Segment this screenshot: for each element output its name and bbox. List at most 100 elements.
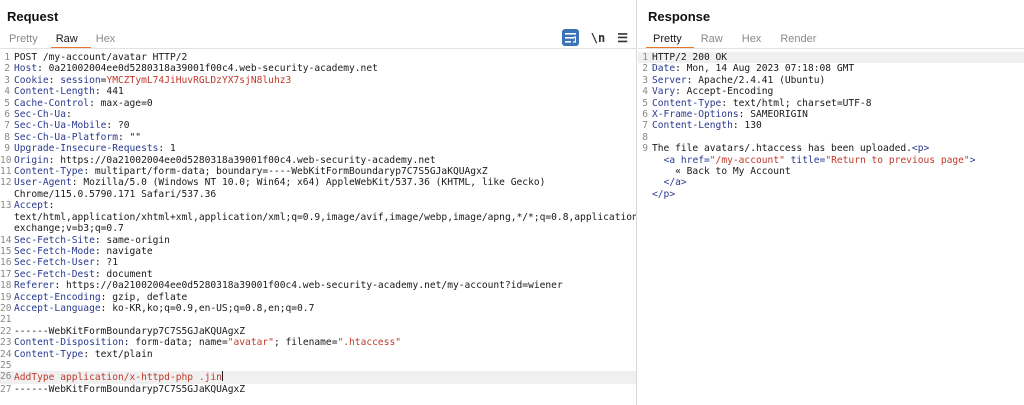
tab-raw[interactable]: Raw	[50, 30, 91, 49]
code-token: Upgrade-Insecure-Requests	[14, 143, 159, 155]
code-token: : gzip, deflate	[100, 291, 188, 303]
code-token: Date	[652, 63, 676, 75]
tab-pretty[interactable]: Pretty	[646, 30, 694, 49]
line-text: Server: Apache/2.4.41 (Ubuntu)	[652, 75, 1024, 86]
code-line: 12 User-Agent: Mozilla/5.0 (Windows NT 10…	[0, 177, 636, 200]
line-number: 18	[0, 280, 12, 292]
code-line: 5 Content-Type: text/html; charset=UTF-8	[638, 98, 1024, 109]
code-line: 1 HTTP/2 200 OK	[638, 52, 1024, 64]
code-token: The file avatars/.htaccess has been uplo…	[652, 143, 912, 155]
line-number	[638, 155, 652, 166]
line-text: Content-Type: text/html; charset=UTF-8	[652, 98, 1024, 109]
line-text	[14, 314, 636, 325]
code-line: 5 Cache-Control: max-age=0	[0, 98, 636, 109]
code-token: : multipart/form-data; boundary=----WebK…	[83, 166, 488, 178]
code-token: Server	[652, 74, 687, 86]
code-line: 9 The file avatars/.htaccess has been upl…	[638, 143, 1024, 154]
code-line: <a href="/my-account" title="Return to p…	[638, 155, 1024, 166]
code-token: Referer	[14, 280, 55, 292]
newline-icon[interactable]: \n	[591, 31, 605, 45]
line-text: Sec-Ch-Ua-Platform: ""	[14, 132, 636, 143]
response-pane: Response Pretty Raw Hex Render 1 HTTP/2 2…	[638, 0, 1024, 405]
line-number: 27	[0, 383, 12, 395]
code-token: : SAMEORIGIN	[738, 109, 808, 121]
code-token: "avatar"	[227, 337, 274, 349]
line-number: 17	[0, 268, 12, 280]
code-token: Sec-Fetch-User	[14, 257, 95, 269]
code-line: 21	[0, 314, 636, 325]
code-token: : Accept-Encoding	[675, 86, 774, 98]
code-token: session	[60, 74, 101, 86]
code-token: : ""	[117, 131, 142, 143]
code-line: 3 Server: Apache/2.4.41 (Ubuntu)	[638, 75, 1024, 86]
code-token: Content-Length	[652, 120, 733, 132]
code-line: 2 Date: Mon, 14 Aug 2023 07:18:08 GMT	[638, 63, 1024, 74]
code-token: Content-Type	[14, 348, 84, 360]
line-number: 3	[4, 74, 10, 86]
code-token: ------WebKitFormBoundaryp7C7S5GJaKQUAgxZ	[14, 325, 246, 337]
line-number: 5	[4, 97, 10, 109]
code-token: Sec-Fetch-Dest	[14, 268, 95, 280]
code-token: :	[65, 109, 72, 121]
code-token: ".htaccess"	[337, 337, 402, 349]
line-text: Accept: text/html,application/xhtml+xml,…	[14, 200, 636, 234]
code-line: 8 Sec-Ch-Ua-Platform: ""	[0, 132, 636, 143]
code-line: 10 Origin: https://0a21002004ee0d5280318a…	[0, 155, 636, 166]
wrap-lines-icon[interactable]	[561, 29, 579, 46]
tab-hex[interactable]: Hex	[91, 30, 129, 49]
tab-pretty[interactable]: Pretty	[4, 30, 51, 49]
line-number: 26	[0, 371, 12, 383]
code-token: : 441	[94, 86, 124, 98]
code-line: 23 Content-Disposition: form-data; name="…	[0, 337, 636, 348]
code-token: </p>	[652, 188, 676, 200]
code-line: 18 Referer: https://0a21002004ee0d5280318…	[0, 280, 636, 291]
tab-raw[interactable]: Raw	[694, 30, 735, 49]
code-token: : same-origin	[94, 234, 170, 246]
line-number: 12	[0, 177, 12, 189]
line-text: User-Agent: Mozilla/5.0 (Windows NT 10.0…	[14, 177, 636, 200]
line-number: 25	[0, 359, 12, 371]
line-number	[638, 189, 652, 200]
line-number: 9	[4, 143, 10, 155]
tab-render[interactable]: Render	[773, 30, 828, 49]
line-number: 19	[0, 291, 12, 303]
code-token: href=	[680, 154, 710, 166]
menu-icon[interactable]: ☰	[617, 31, 628, 45]
code-token: "/my-account"	[709, 154, 785, 166]
line-number: 22	[0, 325, 12, 337]
code-line: 8	[638, 132, 1024, 143]
code-token: : Mon, 14 Aug 2023 07:18:08 GMT	[675, 63, 855, 75]
tab-hex[interactable]: Hex	[735, 30, 774, 49]
request-title: Request	[7, 9, 59, 24]
code-line: 14 Sec-Fetch-Site: same-origin	[0, 235, 636, 246]
line-number: 1	[642, 52, 648, 63]
line-text: HTTP/2 200 OK	[652, 52, 1024, 63]
line-text: </a>	[652, 177, 1024, 188]
code-token: : text/html; charset=UTF-8	[721, 97, 872, 109]
line-text: Accept-Encoding: gzip, deflate	[14, 292, 636, 303]
code-token: AddType application/x-httpd-php .jin	[14, 372, 222, 384]
code-token: User-Agent	[14, 177, 72, 189]
line-text: ------WebKitFormBoundaryp7C7S5GJaKQUAgxZ	[14, 326, 636, 337]
code-line: 24 Content-Type: text/plain	[0, 349, 636, 360]
code-line: 11 Content-Type: multipart/form-data; bou…	[0, 166, 636, 177]
line-text: X-Frame-Options: SAMEORIGIN	[652, 109, 1024, 120]
line-number: 4	[642, 86, 648, 98]
line-text: POST /my-account/avatar HTTP/2	[14, 52, 636, 63]
code-token: : form-data; name=	[123, 337, 228, 349]
line-text: Cookie: session=YMCZTymL74JiHuvRGLDzYX7s…	[14, 75, 636, 86]
line-number: 10	[0, 154, 12, 166]
code-line: 3 Cookie: session=YMCZTymL74JiHuvRGLDzYX7…	[0, 75, 636, 86]
line-text: Host: 0a21002004ee0d5280318a39001f00c4.w…	[14, 63, 636, 74]
request-pane: Request Pretty Raw Hex \n ☰ 1 POST /my-ac…	[0, 0, 637, 405]
line-number: 7	[4, 120, 10, 132]
code-token: Accept-Encoding	[14, 291, 101, 303]
code-token: Cache-Control	[14, 97, 90, 109]
code-token: Origin	[14, 154, 49, 166]
line-text: Date: Mon, 14 Aug 2023 07:18:08 GMT	[652, 63, 1024, 74]
code-token: HTTP/2 200 OK	[652, 52, 728, 63]
code-line: 9 Upgrade-Insecure-Requests: 1	[0, 143, 636, 154]
response-editor[interactable]: 1 HTTP/2 200 OK 2 Date: Mon, 14 Aug 2023 07…	[638, 52, 1024, 405]
request-editor[interactable]: 1 POST /my-account/avatar HTTP/2 2 Host: 0a…	[0, 52, 636, 405]
